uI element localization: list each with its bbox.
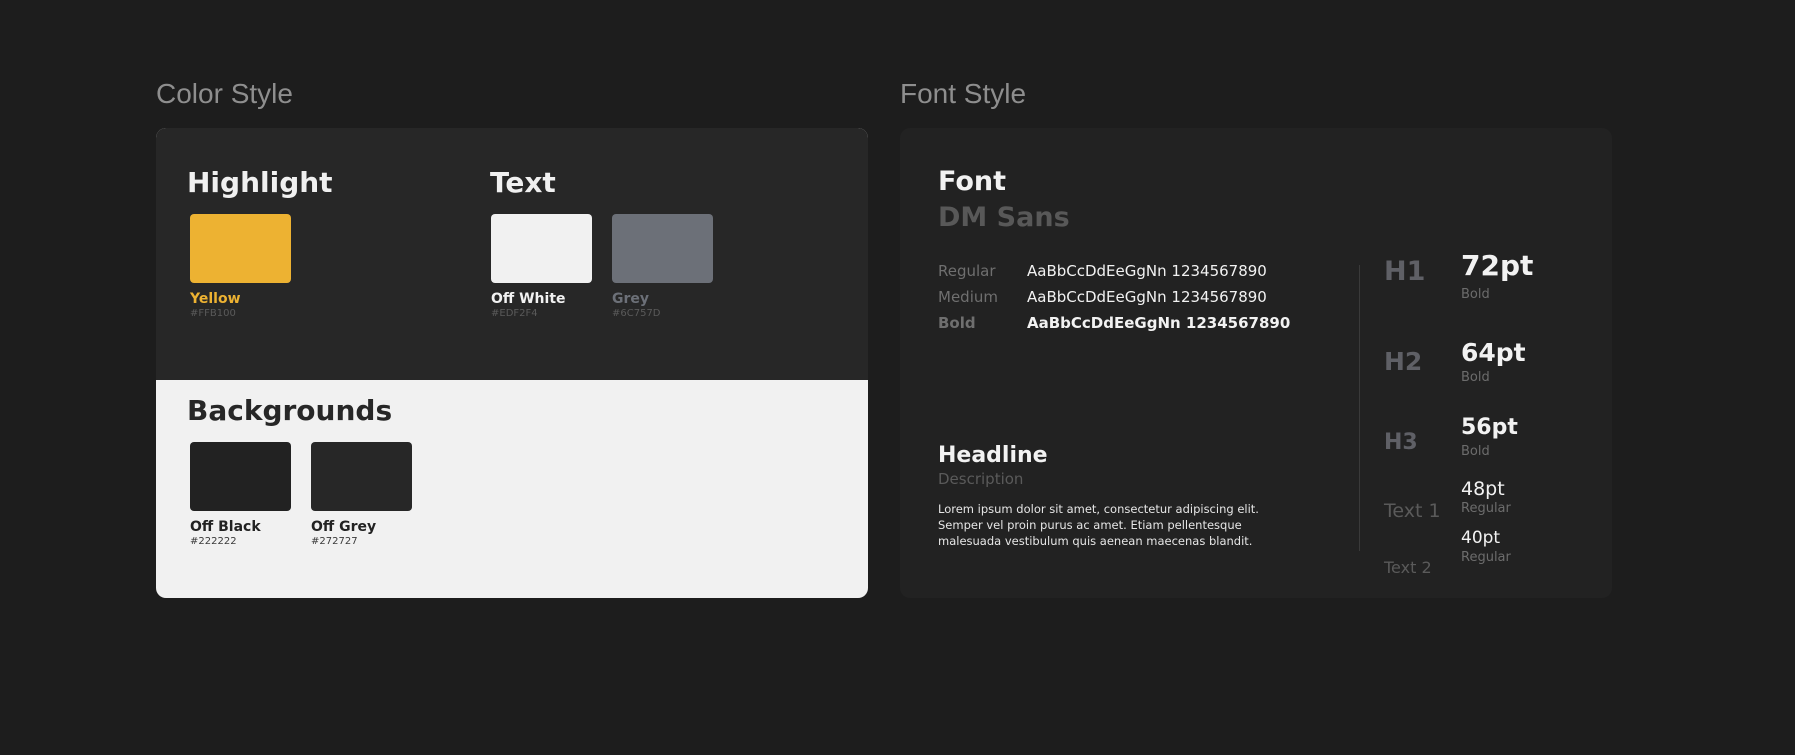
weight-sample-medium: AaBbCcDdEeGgNn 1234567890 <box>1027 288 1267 306</box>
scale-weight-h2: Bold <box>1461 370 1490 385</box>
scale-label-text-1: Text 1 <box>1384 500 1441 522</box>
scale-size-text-1: 48pt <box>1461 478 1505 500</box>
swatch-name-off-black: Off Black <box>190 519 261 535</box>
scale-weight-text-2: Regular <box>1461 550 1511 565</box>
swatch-off-grey <box>311 442 412 511</box>
weight-label-bold: Bold <box>938 314 976 332</box>
swatch-hex-yellow: #FFB100 <box>190 308 236 319</box>
weight-label-regular: Regular <box>938 262 996 280</box>
swatch-off-black <box>190 442 291 511</box>
swatch-hex-grey: #6C757D <box>612 308 661 319</box>
swatch-hex-off-grey: #272727 <box>311 536 358 547</box>
description-sample: Description <box>938 470 1024 488</box>
swatch-yellow <box>190 214 291 283</box>
scale-weight-h1: Bold <box>1461 287 1490 302</box>
scale-weight-text-1: Regular <box>1461 501 1511 516</box>
scale-size-h3: 56pt <box>1461 415 1518 440</box>
weight-sample-regular: AaBbCcDdEeGgNn 1234567890 <box>1027 262 1267 280</box>
text-heading: Text <box>490 166 556 199</box>
font-card-divider <box>1359 265 1360 551</box>
swatch-name-grey: Grey <box>612 291 650 307</box>
scale-size-text-2: 40pt <box>1461 528 1501 548</box>
scale-label-h3: H3 <box>1384 430 1418 455</box>
highlight-heading: Highlight <box>187 166 333 199</box>
font-heading: Font <box>938 166 1007 197</box>
font-style-title: Font Style <box>900 78 1027 109</box>
body-line-1: Lorem ipsum dolor sit amet, consectetur … <box>938 502 1259 516</box>
color-style-title: Color Style <box>156 78 293 109</box>
swatch-name-yellow: Yellow <box>190 291 241 307</box>
scale-size-h2: 64pt <box>1461 338 1526 367</box>
scale-label-text-2: Text 2 <box>1384 558 1432 577</box>
swatch-off-white <box>491 214 592 283</box>
weight-sample-bold: AaBbCcDdEeGgNn 1234567890 <box>1027 314 1291 332</box>
swatch-name-off-grey: Off Grey <box>311 519 377 535</box>
weight-label-medium: Medium <box>938 288 998 306</box>
font-style-card: Font DM Sans Regular AaBbCcDdEeGgNn 1234… <box>900 128 1612 598</box>
scale-size-h1: 72pt <box>1461 249 1534 282</box>
scale-weight-h3: Bold <box>1461 444 1490 459</box>
headline-sample: Headline <box>938 443 1048 468</box>
font-family-name: DM Sans <box>938 202 1070 233</box>
swatch-hex-off-white: #EDF2F4 <box>491 308 538 319</box>
swatch-name-off-white: Off White <box>491 291 566 307</box>
color-style-card: Highlight Yellow #FFB100 Text Off White … <box>156 128 868 598</box>
scale-label-h2: H2 <box>1384 347 1423 376</box>
body-line-2: Semper vel proin purus ac amet. Etiam pe… <box>938 518 1242 532</box>
swatch-grey <box>612 214 713 283</box>
swatch-hex-off-black: #222222 <box>190 536 237 547</box>
body-line-3: malesuada vestibulum quis aenean maecena… <box>938 534 1253 548</box>
backgrounds-heading: Backgrounds <box>187 394 393 427</box>
scale-label-h1: H1 <box>1384 256 1426 287</box>
